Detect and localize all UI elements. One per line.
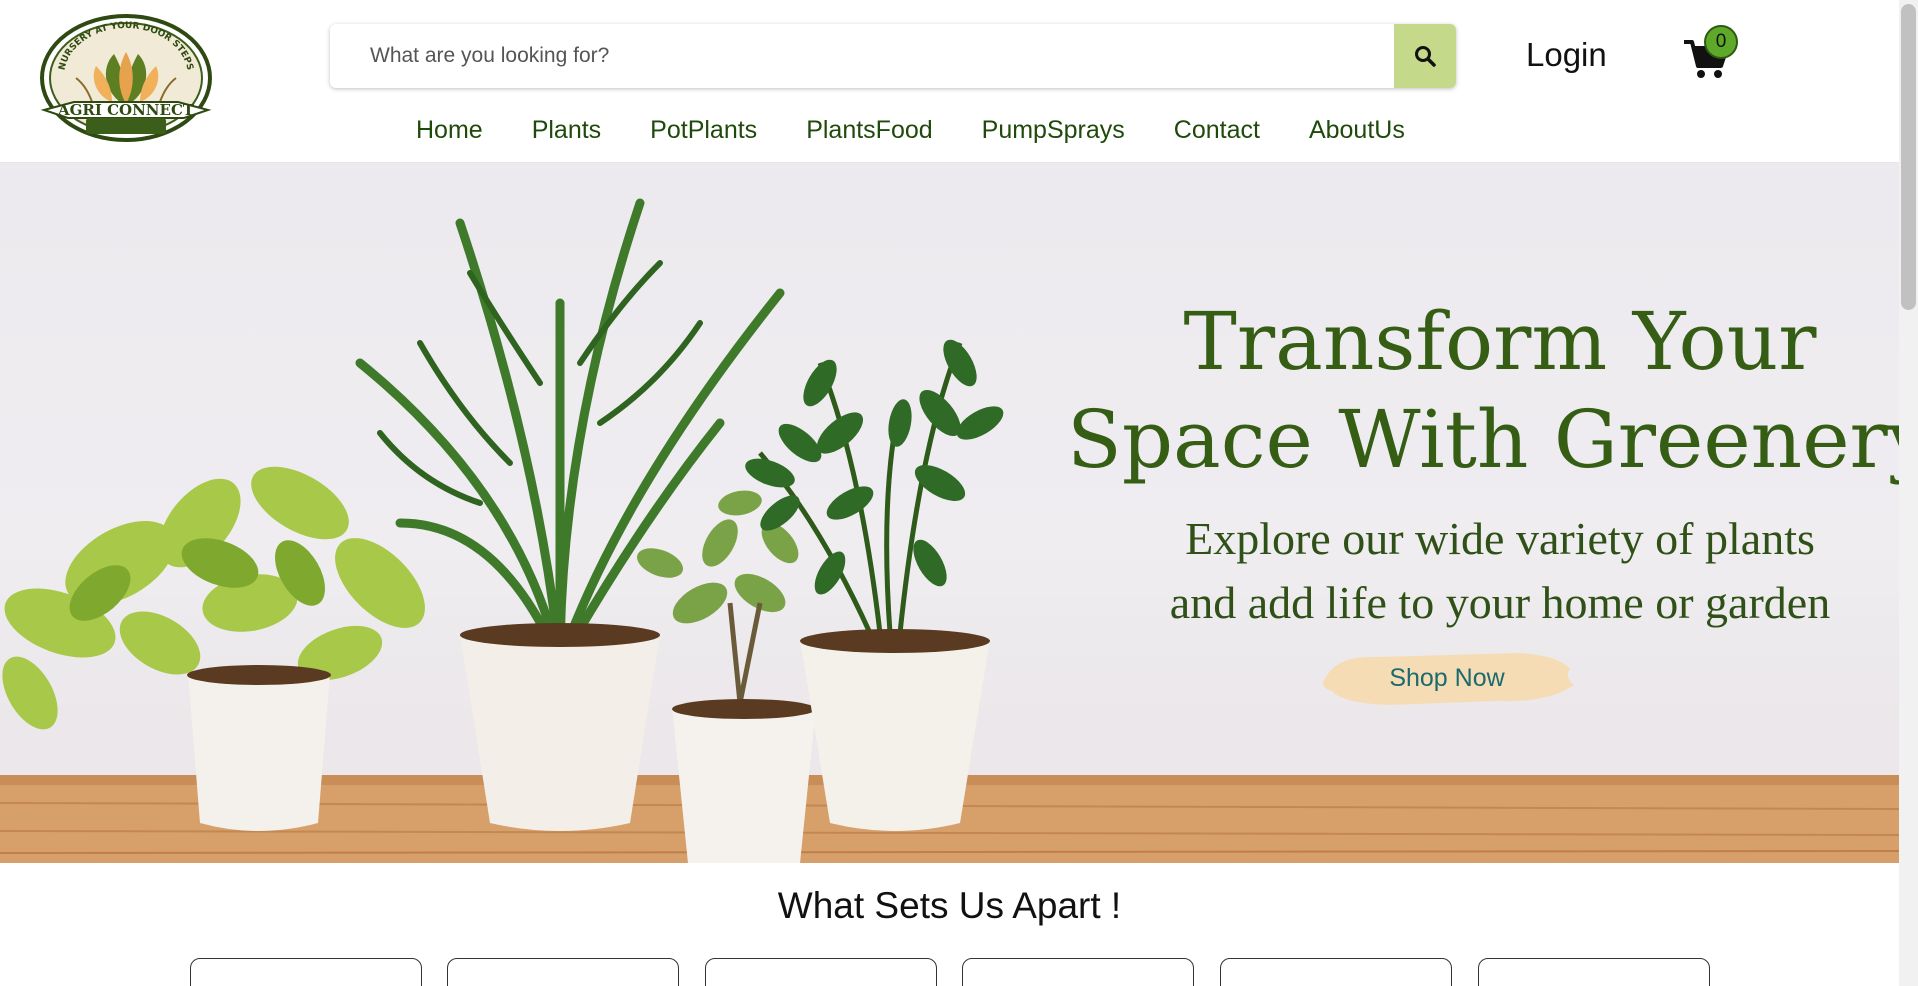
nav-item-pumpsprays[interactable]: PumpSprays: [982, 116, 1125, 145]
section-title: What Sets Us Apart !: [777, 885, 1122, 926]
scrollbar-thumb[interactable]: [1901, 4, 1916, 310]
search-bar: [330, 24, 1456, 88]
hero-title: Transform Your Space With Greenery: [1060, 293, 1899, 489]
hero-subtitle-line-1: Explore our wide variety of plants: [1185, 513, 1815, 564]
main-nav: Home Plants PotPlants PlantsFood PumpSpr…: [416, 116, 1454, 145]
site-header: NURSERY AT YOUR DOOR STEPS AGRI CONNECT …: [0, 0, 1899, 163]
hero-subtitle-line-2: and add life to your home or garden: [1169, 577, 1831, 628]
shop-now-button[interactable]: Shop Now: [1318, 647, 1576, 709]
feature-card: [1478, 958, 1710, 986]
nav-item-contact[interactable]: Contact: [1174, 116, 1260, 145]
nav-item-plantsfood[interactable]: PlantsFood: [806, 116, 932, 145]
feature-card: [1220, 958, 1452, 986]
feature-card: [962, 958, 1194, 986]
search-icon: [1415, 46, 1436, 67]
login-link[interactable]: Login: [1526, 36, 1607, 74]
nav-item-potplants[interactable]: PotPlants: [650, 116, 757, 145]
page-scrollbar[interactable]: [1899, 0, 1918, 986]
hero-title-line-2: Space With Greenery: [1067, 393, 1899, 486]
nav-item-plants[interactable]: Plants: [532, 116, 601, 145]
hero-subtitle: Explore our wide variety of plants and a…: [1100, 507, 1899, 635]
feature-card: [190, 958, 422, 986]
nav-item-aboutus[interactable]: AboutUs: [1309, 116, 1405, 145]
feature-card: [447, 958, 679, 986]
shop-now-label: Shop Now: [1389, 663, 1505, 692]
cart-count-badge: 0: [1704, 25, 1738, 59]
hero-title-line-1: Transform Your: [1183, 295, 1817, 388]
hero-banner: Transform Your Space With Greenery Explo…: [0, 163, 1899, 863]
search-input[interactable]: [330, 24, 1394, 88]
brand-logo[interactable]: NURSERY AT YOUR DOOR STEPS AGRI CONNECT: [34, 14, 218, 146]
search-button[interactable]: [1394, 24, 1456, 88]
logo-brand-text: AGRI CONNECT: [57, 101, 195, 119]
nav-item-home[interactable]: Home: [416, 116, 483, 145]
feature-card: [705, 958, 937, 986]
